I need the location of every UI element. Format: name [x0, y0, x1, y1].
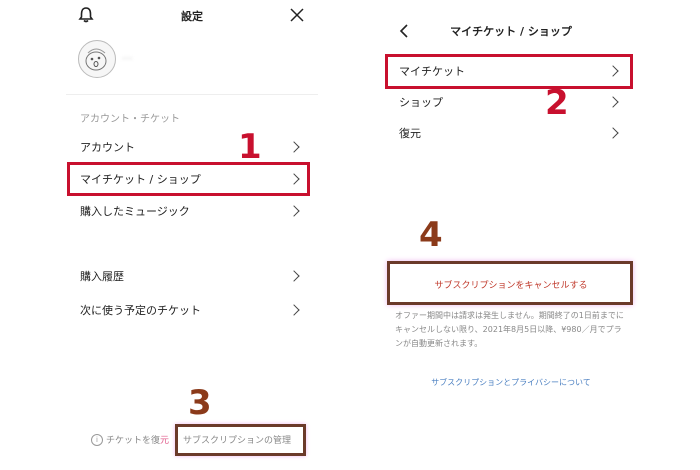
step-number-4: 4 [419, 215, 443, 255]
restore-ticket-suffix: 元 [160, 436, 170, 446]
username: ··· [122, 52, 133, 65]
chevron-right-icon [288, 205, 300, 217]
purchased-music-item[interactable]: 購入したミュージック [66, 196, 318, 226]
purchase-history-item[interactable]: 購入履歴 [66, 261, 318, 291]
account-label: アカウント [80, 141, 135, 154]
settings-panel: 設定 ··· アカウント・チケット アカウント マイチケット / ショップ 購入… [66, 0, 318, 240]
settings-title: 設定 [181, 10, 203, 23]
highlight-my-ticket [385, 54, 633, 89]
privacy-link[interactable]: サブスクリプションとプライバシーについて [385, 377, 637, 388]
purchase-history-label: 購入履歴 [80, 270, 124, 283]
panel2-title: マイチケット / ショップ [450, 25, 572, 38]
shop-label: ショップ [399, 96, 443, 109]
step-number-3: 3 [188, 383, 212, 423]
chevron-right-icon [607, 96, 619, 108]
step-number-2: 2 [545, 83, 569, 123]
info-icon: i [91, 434, 103, 446]
highlight-my-ticket-shop [67, 162, 310, 196]
restore-ticket-prefix: チケットを復 [106, 436, 161, 446]
purchased-music-label: 購入したミュージック [80, 205, 190, 218]
my-ticket-shop-panel: マイチケット / ショップ マイチケット ショップ 復元 [385, 0, 637, 196]
chevron-right-icon [288, 304, 300, 316]
chevron-right-icon [288, 270, 300, 282]
chevron-right-icon [288, 141, 300, 153]
section-label: アカウント・チケット [80, 114, 180, 125]
restore-item[interactable]: 復元 [385, 118, 637, 148]
highlight-manage-subscription [175, 424, 306, 456]
avatar[interactable] [78, 40, 116, 78]
divider [66, 94, 318, 95]
next-ticket-label: 次に使う予定のチケット [80, 304, 201, 317]
offer-notice: オファー期間中は請求は発生しません。期間終了の1日前までにキャンセルしない限り、… [395, 311, 624, 348]
close-icon[interactable] [290, 7, 304, 22]
restore-ticket-link[interactable]: チケットを復元 [106, 433, 169, 446]
shop-item[interactable]: ショップ [385, 87, 637, 117]
account-item[interactable]: アカウント [66, 132, 318, 162]
restore-label: 復元 [399, 127, 421, 140]
step-number-1: 1 [238, 127, 262, 167]
next-ticket-item[interactable]: 次に使う予定のチケット [66, 295, 318, 325]
chevron-right-icon [607, 127, 619, 139]
highlight-cancel-subscription [387, 261, 633, 305]
